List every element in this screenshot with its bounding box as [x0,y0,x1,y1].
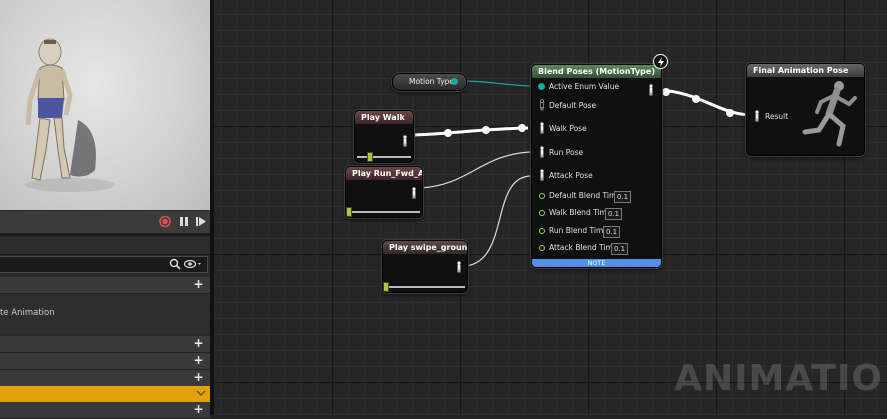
final-pose-title: Final Animation Pose [747,64,864,77]
pose-pin-icon[interactable] [538,169,546,181]
play-swipe-scrubber-handle[interactable] [383,282,389,292]
pose-pin-icon[interactable] [538,146,546,158]
motion-type-variable-node[interactable]: Motion Type [392,73,467,91]
float-pin-icon[interactable] [539,193,545,199]
play-run-scrubber[interactable] [348,211,420,213]
pose-pin-icon[interactable] [538,122,546,134]
pose-pin-icon[interactable] [455,261,463,273]
pose-output-pin-icon[interactable] [647,84,655,96]
blend-poses-title: Blend Poses (MotionType) [532,65,661,78]
motion-type-label: Motion Type [409,77,455,86]
play-walk-node[interactable]: Play Walk [354,110,414,163]
run-blend-time-label: Run Blend Time [549,226,608,235]
walk-blend-time-input[interactable]: 0.1 [605,208,623,220]
wire-reroute-dot [482,126,490,134]
run-pose-label: Run Pose [549,148,584,157]
walk-pose-label: Walk Pose [549,124,587,133]
default-blend-time-input[interactable]: 0.1 [614,191,632,203]
play-run-node[interactable]: Play Run_Fwd_A [345,166,423,218]
run-blend-time-input[interactable]: 0.1 [603,226,621,238]
pose-pin-icon[interactable] [401,135,409,147]
play-swipe-scrubber[interactable] [385,286,465,288]
active-enum-input-pin[interactable] [538,83,545,90]
enum-wire [465,80,533,87]
blend-poses-node[interactable]: Blend Poses (MotionType) Active Enum Val… [531,64,662,268]
result-wire [658,88,753,117]
play-run-title: Play Run_Fwd_A [346,167,422,180]
pose-pin-icon[interactable] [410,187,418,199]
float-pin-icon[interactable] [539,210,545,216]
default-pose-label: Default Pose [549,101,597,110]
watermark-text: ANIMATIO [674,358,883,399]
wire-reroute-dot [662,88,670,96]
enum-output-pin[interactable] [451,78,458,85]
note-bar[interactable]: NOTE [532,259,661,267]
float-pin-icon[interactable] [539,245,545,251]
play-run-scrubber-handle[interactable] [346,207,352,217]
pose-pin-icon[interactable] [538,99,546,111]
wire-reroute-dot [692,95,700,103]
wire-reroute-dot [444,129,452,137]
play-walk-scrubber-handle[interactable] [367,152,373,162]
walk-blend-time-label: Walk Blend Time [549,208,612,217]
wire-reroute-dot [518,124,526,132]
default-blend-time-label: Default Blend Time [549,191,621,200]
result-label: Result [765,112,789,121]
pose-pin-icon[interactable] [753,110,761,122]
run-pose-wire [419,151,531,189]
play-swipe-title: Play swipe_ground [383,241,467,254]
attack-blend-time-label: Attack Blend Time [549,243,618,252]
wire-reroute-dot [726,109,734,117]
play-walk-title: Play Walk [355,111,413,124]
attack-pose-label: Attack Pose [549,171,593,180]
attack-pose-wire [464,175,531,267]
play-swipe-ground-node[interactable]: Play swipe_ground [382,240,468,293]
final-animation-pose-node[interactable]: Final Animation Pose Result [746,63,865,156]
active-enum-label: Active Enum Value [549,82,620,91]
lightning-icon [653,54,668,69]
walk-pose-wire [411,126,529,137]
attack-blend-time-input[interactable]: 0.1 [611,243,629,255]
running-mannequin-icon [802,81,857,147]
play-walk-scrubber[interactable] [357,156,411,158]
float-pin-icon[interactable] [539,228,545,234]
